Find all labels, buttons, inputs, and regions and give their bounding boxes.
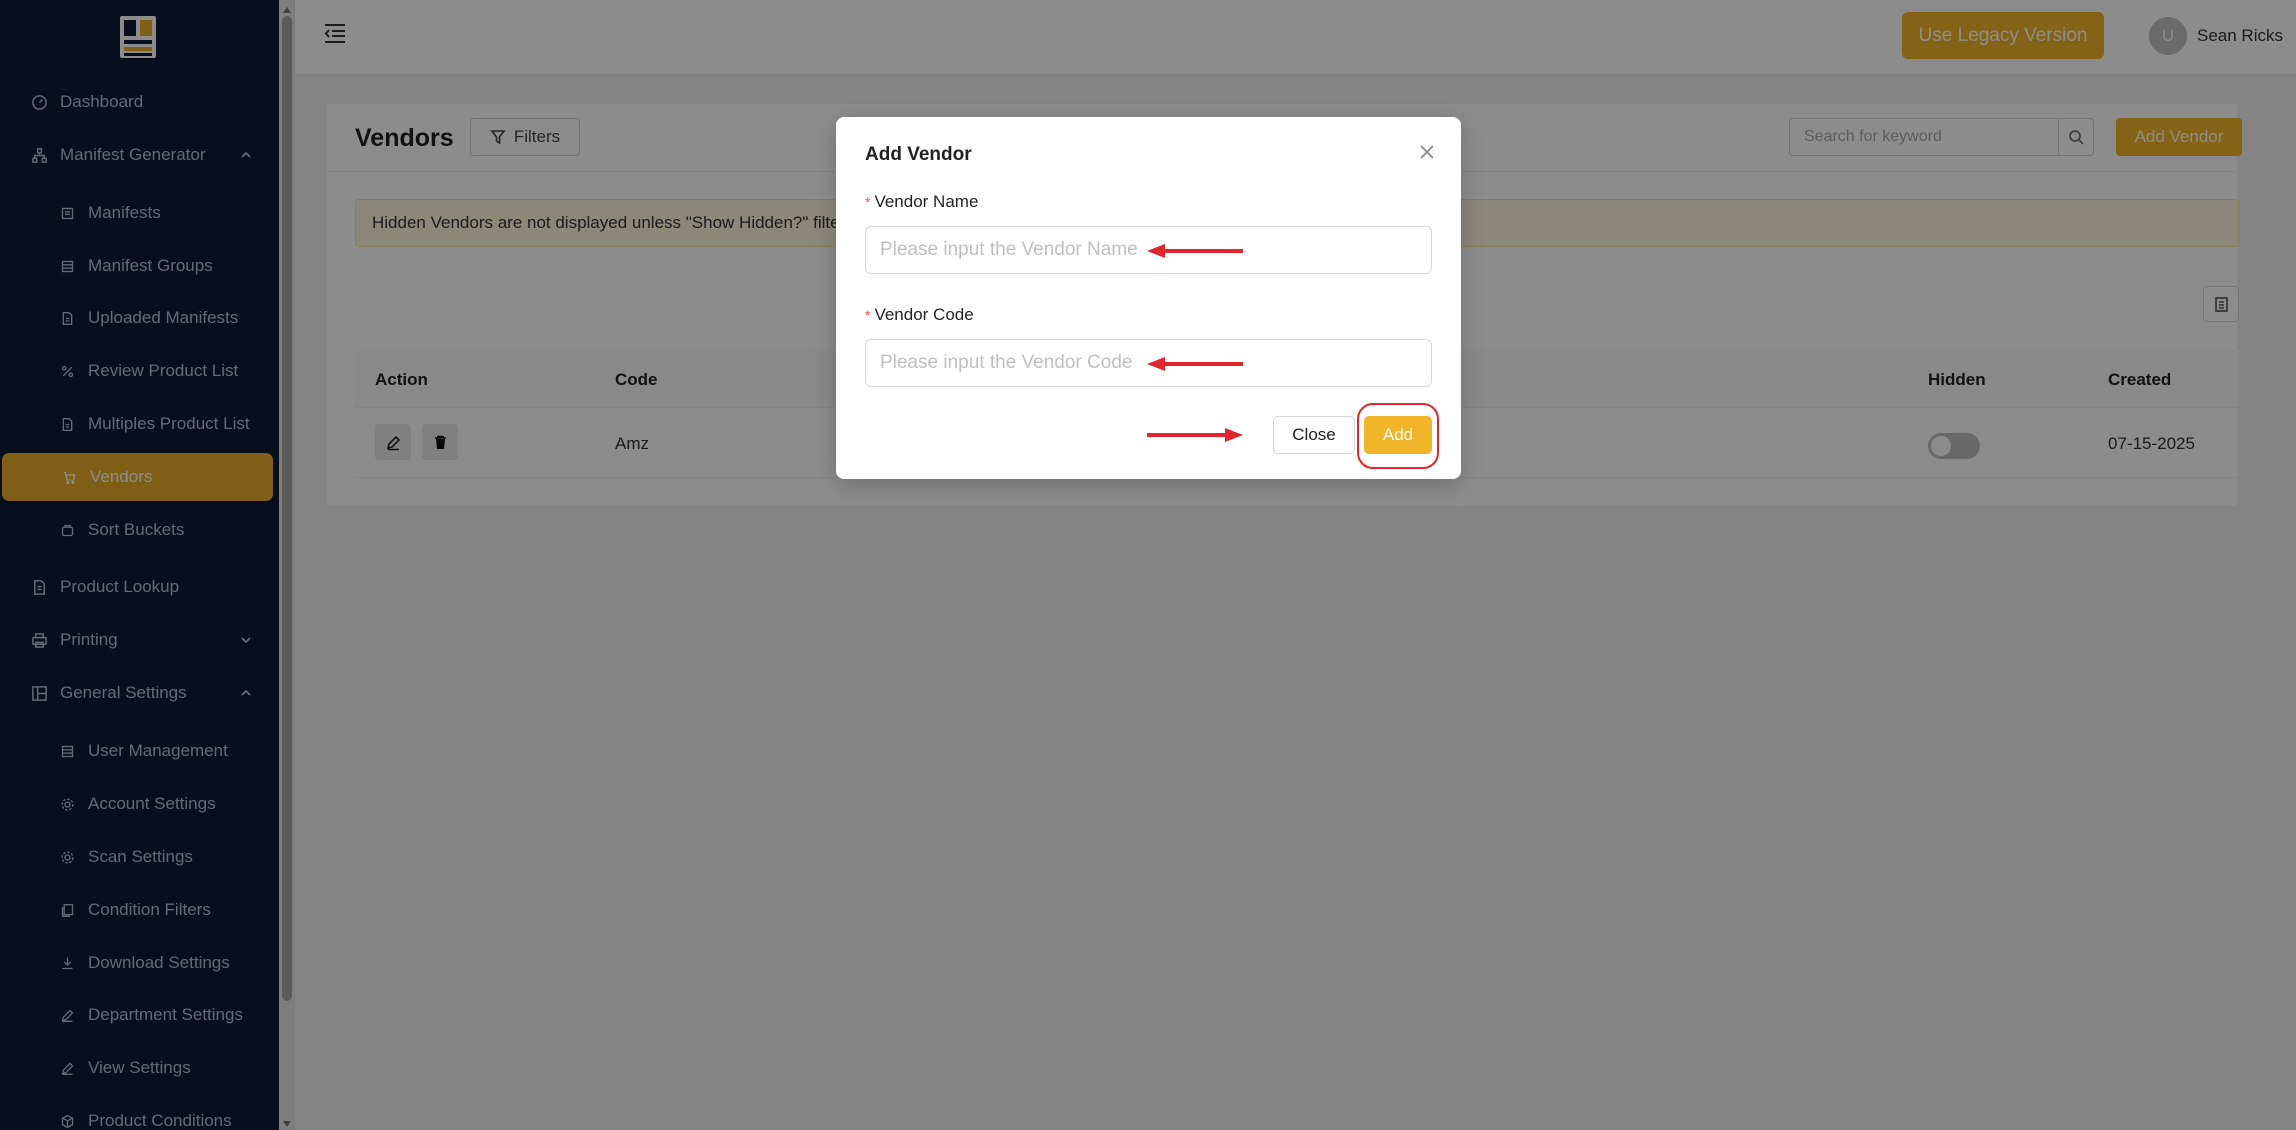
modal-close-icon[interactable] [1416, 141, 1438, 163]
modal-title: Add Vendor [865, 144, 972, 165]
required-mark: * [865, 307, 871, 323]
required-mark: * [865, 194, 871, 210]
annotation-arrow-left-icon [1147, 244, 1243, 258]
vendor-name-label-text: Vendor Name [874, 192, 979, 211]
vendor-code-label-text: Vendor Code [874, 305, 974, 324]
annotation-highlight-ring [1357, 403, 1439, 469]
close-button[interactable]: Close [1273, 416, 1355, 454]
annotation-arrow-left-icon [1147, 357, 1243, 371]
vendor-name-label: * Vendor Name [865, 192, 978, 212]
vendor-code-label: * Vendor Code [865, 305, 974, 325]
annotation-arrow-right-icon [1147, 428, 1243, 442]
add-vendor-modal: Add Vendor * Vendor Name Please input the… [836, 117, 1461, 479]
